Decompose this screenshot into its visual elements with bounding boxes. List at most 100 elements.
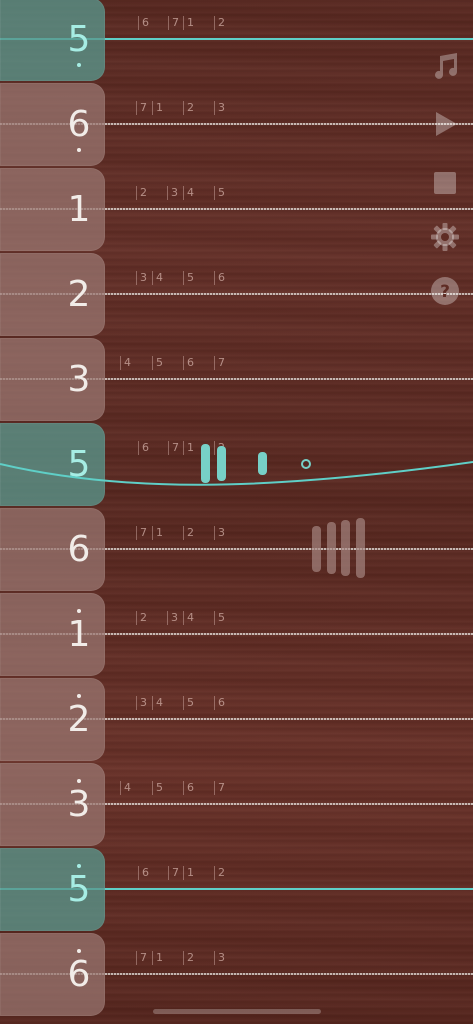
fret-hint: 6 [214,271,225,285]
fret-hint: 2 [214,16,225,30]
note-key-5-high[interactable]: 5 [0,848,105,931]
note-number: 6 [67,104,91,145]
note-number: 1 [67,614,91,655]
note-key-6-high[interactable]: 6 [0,933,105,1016]
note-number: 3 [67,784,91,825]
note-number: 5 [67,444,91,485]
fret-hint: 7 [214,356,225,370]
note-number: 2 [67,274,91,315]
indicator-bar [356,518,365,578]
string-row: 71 2 3 6 [0,83,473,168]
fret-hint: 6 [183,356,194,370]
indicator-bar [217,446,226,481]
fret-hint: 6 [138,441,149,455]
fret-hint: 4 [120,781,131,795]
note-key-label: 2 [59,253,99,336]
indicator-bar [312,526,321,572]
octave-dot-high [77,779,81,783]
note-key-1-high[interactable]: 1 [0,593,105,676]
note-number: 2 [67,699,91,740]
note-key-label: 6 [59,83,99,166]
fret-hint: 2 [136,611,147,625]
note-number: 5 [67,869,91,910]
fret-hint: 4 [183,186,194,200]
note-number: 3 [67,359,91,400]
music-note-icon[interactable] [429,50,461,82]
note-key-label: 6 [59,933,99,1016]
fret-hint: 2 [183,951,194,965]
string-row: 2 34 5 1 [0,168,473,253]
note-key-label: 5 [59,423,99,506]
note-key-6-low[interactable]: 6 [0,83,105,166]
home-indicator [153,1009,321,1014]
fret-hint: 2 [136,186,147,200]
note-key-2-high[interactable]: 2 [0,678,105,761]
fret-hint: 6 [138,16,149,30]
note-key-label: 5 [59,0,99,81]
note-number: 5 [67,19,91,60]
note-key-1-mid[interactable]: 1 [0,168,105,251]
octave-dot-high [77,694,81,698]
note-number: 6 [67,529,91,570]
help-icon[interactable]: ? [429,275,461,307]
note-key-label: 3 [59,338,99,421]
string-row: 6 71 2 5 [0,0,473,83]
fret-hint: 6 [214,696,225,710]
octave-dot-high [77,609,81,613]
fret-hint: 6 [138,866,149,880]
stop-icon[interactable] [429,167,461,199]
string-row: 2 34 5 1 [0,593,473,678]
fret-hint: 6 [183,781,194,795]
octave-dot-high [77,864,81,868]
indicator-dot [301,459,311,469]
note-number: 6 [67,954,91,995]
fret-hint: 4 [120,356,131,370]
fret-hint: 3 [214,101,225,115]
fret-hint: 4 [183,611,194,625]
note-key-5-mid[interactable]: 5 [0,423,105,506]
note-key-3-high[interactable]: 3 [0,763,105,846]
string-row: 71 2 3 6 [0,933,473,1018]
fret-hint: 1 [152,526,163,540]
octave-dot-low [77,148,81,152]
fret-hint: 7 [136,101,147,115]
fret-hint: 3 [136,696,147,710]
fret-hint: 5 [214,611,225,625]
fret-hint: 1 [183,441,194,455]
string-row: 71 2 3 6 [0,508,473,593]
octave-dot-high [77,949,81,953]
fret-hint: 1 [152,101,163,115]
note-number: 1 [67,189,91,230]
note-key-label: 5 [59,848,99,931]
fret-hint: 5 [183,271,194,285]
note-key-label: 1 [59,168,99,251]
note-key-label: 6 [59,508,99,591]
octave-dot-low [77,63,81,67]
fret-hint: 3 [214,951,225,965]
fret-hint: 4 [152,271,163,285]
fret-hint: 3 [167,186,178,200]
string-row: 6 71 2 5 [0,848,473,933]
string-row: 4 5 6 7 3 [0,763,473,848]
fret-hint: 7 [168,441,179,455]
fret-hint: 7 [136,951,147,965]
fret-hint: 7 [168,16,179,30]
fret-hint: 1 [152,951,163,965]
indicator-bar [341,520,350,576]
note-key-5-low[interactable]: 5 [0,0,105,81]
play-icon[interactable] [429,108,461,140]
app-canvas: 6712571236234513456245673671257123623451… [0,0,473,1024]
fret-hint: 7 [136,526,147,540]
note-key-2-mid[interactable]: 2 [0,253,105,336]
indicator-bar [258,452,267,475]
string-row: 34 5 6 2 [0,678,473,763]
gear-icon[interactable] [429,221,461,253]
fret-hint: 5 [152,781,163,795]
fret-hint: 7 [168,866,179,880]
string-row: 34 5 6 2 [0,253,473,338]
note-key-6-mid[interactable]: 6 [0,508,105,591]
string-row: 4 5 6 7 3 [0,338,473,423]
note-key-3-mid[interactable]: 3 [0,338,105,421]
fret-hint: 1 [183,16,194,30]
fret-hint: 5 [183,696,194,710]
